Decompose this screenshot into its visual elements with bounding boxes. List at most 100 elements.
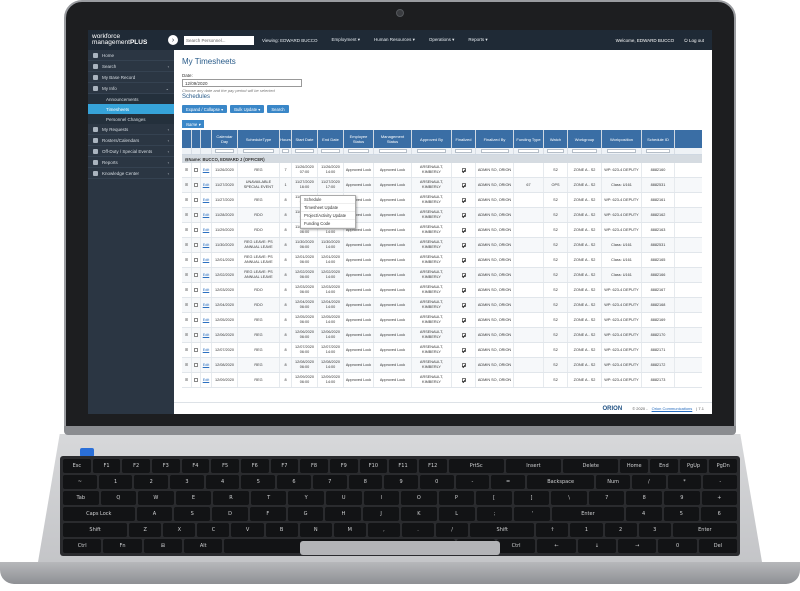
column-filter[interactable] [212,148,238,154]
table-row[interactable]: ⊞ Edit 11/30/2020 REG LEAVE: PS ANNUAL LEAV… [182,238,702,253]
sidebar-item-off-duty-events[interactable]: Off-Duty / Special Events ‹ [88,146,174,157]
column-header[interactable]: Start Date [292,130,318,148]
table-row[interactable]: ⊞ Edit 12/05/2020 REG 8 12/05/2020 06:00 12/05… [182,313,702,328]
edit-link[interactable]: Edit [201,238,212,252]
filter-input[interactable] [378,149,407,153]
edit-link[interactable]: Edit [201,283,212,297]
row-expand-icon[interactable]: ⊞ [182,208,192,222]
column-header[interactable]: Finalized By [476,130,514,148]
column-header[interactable]: Employee Status [344,130,374,148]
table-row[interactable]: ⊞ Edit 12/02/2020 REG LEAVE: PS ANNUAL LEAV… [182,268,702,283]
row-select-checkbox[interactable] [192,283,201,297]
table-row[interactable]: ⊞ Edit 12/06/2020 REG 8 12/06/2020 06:00 12/06… [182,328,702,343]
menu-item-schedule[interactable]: Schedule [301,196,355,204]
menu-item-funding-code[interactable]: Funding Code [301,220,355,228]
column-filter[interactable] [602,148,642,154]
expand-collapse-button[interactable]: Expand / Collapse ▾ [182,105,228,113]
nav-employment[interactable]: Employment ▾ [332,37,361,43]
filter-input[interactable] [416,149,447,153]
sidebar-subitem-personnel-changes[interactable]: Personnel Changes [88,114,174,124]
table-row[interactable]: ⊞ Edit 12/09/2020 REG 8 12/09/2020 06:00 12/09… [182,373,702,388]
filter-input[interactable] [295,149,314,153]
edit-link[interactable]: Edit [201,163,212,177]
row-expand-icon[interactable]: ⊞ [182,178,192,192]
sidebar-item-rosters-calendars[interactable]: Rosters/Calendars ‹ [88,135,174,146]
row-select-checkbox[interactable] [192,343,201,357]
edit-link[interactable]: Edit [201,223,212,237]
column-header[interactable]: End Date [318,130,344,148]
filter-input[interactable] [606,149,637,153]
table-row[interactable]: ⊞ Edit 12/01/2020 REG LEAVE: PS ANNUAL LEAV… [182,253,702,268]
column-header[interactable]: Approved By [412,130,452,148]
welcome-user[interactable]: Welcome, EDWARD BUCCO [616,38,675,43]
column-header[interactable]: ScheduleType [238,130,280,148]
sidebar-item-reports[interactable]: Reports ‹ [88,157,174,168]
column-header[interactable]: Workgroup [568,130,602,148]
column-filter[interactable] [344,148,374,154]
filter-input[interactable] [242,149,275,153]
sidebar-toggle-button[interactable]: › [168,35,178,45]
column-header[interactable]: Watch [544,130,568,148]
edit-link[interactable]: Edit [201,268,212,282]
app-logo[interactable]: workforce managementPLUS [88,33,168,46]
row-expand-icon[interactable]: ⊞ [182,313,192,327]
edit-link[interactable]: Edit [201,193,212,207]
personnel-search-input[interactable]: Search Personnel... [184,35,254,45]
column-header[interactable]: Hours [280,130,292,148]
nav-human-resources[interactable]: Human Resources ▾ [374,37,415,43]
column-header[interactable]: Calendar Day [212,130,238,148]
row-select-checkbox[interactable] [192,313,201,327]
row-select-checkbox[interactable] [192,178,201,192]
table-row[interactable]: ⊞Edit11/27/2020REG811/27/2020 06:0011/27… [182,193,702,208]
row-expand-icon[interactable]: ⊞ [182,163,192,177]
logout-link[interactable]: ⏻ Log out [684,38,704,43]
row-select-checkbox[interactable] [192,253,201,267]
filter-input[interactable] [480,149,509,153]
nav-operations[interactable]: Operations ▾ [429,37,455,43]
column-filter[interactable] [238,148,280,154]
row-expand-icon[interactable]: ⊞ [182,268,192,282]
filter-input[interactable] [547,149,564,153]
column-filter[interactable] [476,148,514,154]
row-select-checkbox[interactable] [192,193,201,207]
table-row[interactable]: ⊞ Edit 12/08/2020 REG 8 12/08/2020 06:00 12/08… [182,358,702,373]
edit-link[interactable]: Edit [201,298,212,312]
bulk-update-button[interactable]: Bulk Update ▾ [230,105,265,113]
row-select-checkbox[interactable] [192,223,201,237]
column-filter[interactable] [568,148,602,154]
column-header[interactable]: Management Status [374,130,412,148]
column-filter[interactable] [374,148,412,154]
sidebar-subitem-timesheets[interactable]: Timesheets [88,104,174,114]
row-expand-icon[interactable]: ⊞ [182,373,192,387]
row-select-checkbox[interactable] [192,268,201,282]
column-header[interactable]: Schedule ID [642,130,675,148]
column-header[interactable]: Funding Type [514,130,544,148]
filter-input[interactable] [281,149,290,153]
table-row[interactable]: ⊞ Edit 11/27/2020 UNAVAILABLE SPECIAL EVENT… [182,178,702,193]
column-filter[interactable] [642,148,675,154]
row-expand-icon[interactable]: ⊞ [182,358,192,372]
row-expand-icon[interactable]: ⊞ [182,343,192,357]
edit-link[interactable]: Edit [201,313,212,327]
row-expand-icon[interactable]: ⊞ [182,283,192,297]
menu-item-project-activity-update[interactable]: Project/Activity Update [301,212,355,220]
table-row[interactable]: ⊞ Edit 11/26/2020 REG 7 11/26/2020 07:00 11/26… [182,163,702,178]
table-row[interactable]: ⊞ Edit 12/04/2020 RDO 8 12/04/2020 06:00 12/04… [182,298,702,313]
column-filter[interactable] [412,148,452,154]
filter-input[interactable] [646,149,670,153]
row-expand-icon[interactable]: ⊞ [182,328,192,342]
menu-item-timesheet-update[interactable]: Timesheet Update [301,204,355,212]
column-header[interactable]: Workposition [602,130,642,148]
row-expand-icon[interactable]: ⊞ [182,298,192,312]
nav-reports[interactable]: Reports ▾ [468,37,487,43]
edit-link[interactable]: Edit [201,253,212,267]
filter-input[interactable] [215,149,234,153]
row-expand-icon[interactable]: ⊞ [182,193,192,207]
filter-input[interactable] [321,149,340,153]
row-expand-icon[interactable]: ⊞ [182,238,192,252]
group-row[interactable]: ⊟ Name: BUCCO, EDWARD J (OFFICER) [182,155,702,163]
row-select-checkbox[interactable] [192,208,201,222]
filter-input[interactable] [347,149,370,153]
company-link[interactable]: Orion Communications [652,406,693,411]
row-expand-icon[interactable]: ⊞ [182,223,192,237]
